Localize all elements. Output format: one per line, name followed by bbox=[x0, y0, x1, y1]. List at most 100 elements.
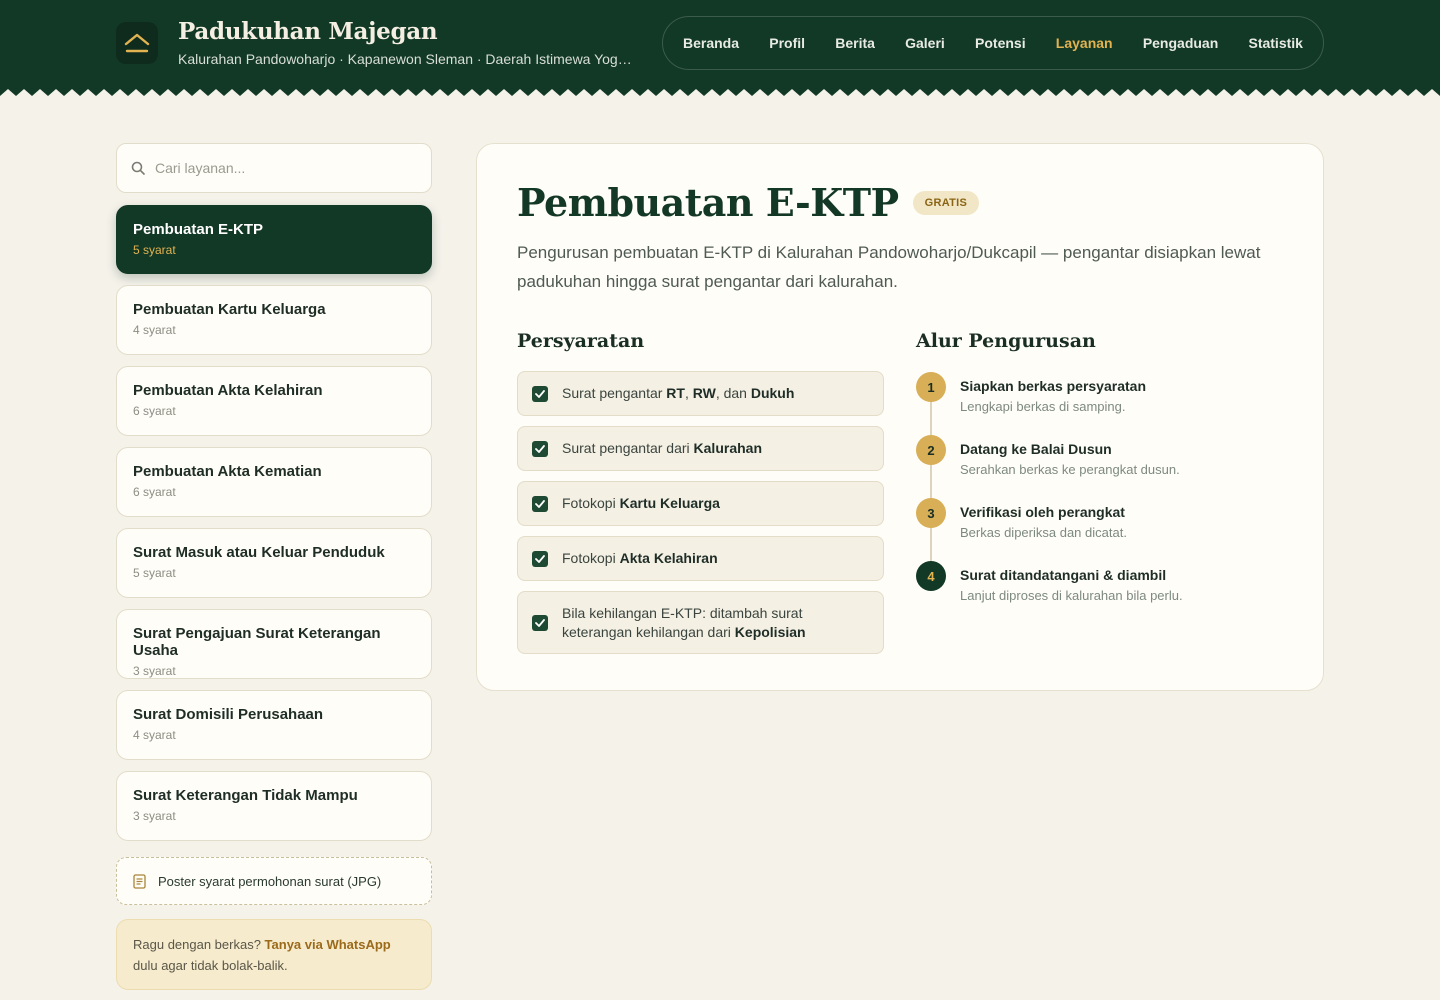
requirement-item: Surat pengantar dari Kalurahan bbox=[517, 426, 884, 471]
requirement-emphasis: Kepolisian bbox=[734, 623, 806, 640]
service-item[interactable]: Surat Domisili Perusahaan 4 syarat bbox=[116, 690, 432, 760]
step-description: Serahkan berkas ke perangkat dusun. bbox=[960, 462, 1180, 477]
requirement-emphasis: RT bbox=[666, 385, 685, 401]
search-input[interactable] bbox=[155, 160, 405, 176]
step-description: Berkas diperiksa dan dicatat. bbox=[960, 525, 1127, 540]
requirement-fragment: Fotokopi bbox=[562, 495, 620, 511]
roof-chevron-icon bbox=[124, 33, 150, 53]
requirement-fragment: Surat pengantar dari bbox=[562, 440, 694, 456]
service-requirement-count: 6 syarat bbox=[133, 485, 176, 499]
requirement-emphasis: Kalurahan bbox=[693, 440, 762, 456]
requirement-text: Bila kehilangan E-KTP: ditambah surat ke… bbox=[562, 604, 869, 642]
service-name: Surat Pengajuan Surat Keterangan Usaha bbox=[133, 625, 381, 659]
checkbox-checked-icon bbox=[532, 614, 548, 631]
requirement-item: Fotokopi Kartu Keluarga bbox=[517, 481, 884, 526]
help-box: Ragu dengan berkas? Tanya via WhatsApp d… bbox=[116, 919, 432, 990]
requirement-text: Surat pengantar RT, RW, dan Dukuh bbox=[562, 384, 794, 403]
requirement-text: Fotokopi Kartu Keluarga bbox=[562, 494, 720, 513]
nav-item-potensi[interactable]: Potensi bbox=[975, 35, 1026, 51]
step-number: 3 bbox=[916, 498, 946, 528]
service-item[interactable]: Surat Masuk atau Keluar Penduduk 5 syarat bbox=[116, 528, 432, 598]
requirement-item: Fotokopi Akta Kelahiran bbox=[517, 536, 884, 581]
service-name: Surat Masuk atau Keluar Penduduk bbox=[133, 544, 385, 561]
step-description: Lengkapi berkas di samping. bbox=[960, 399, 1126, 414]
service-name: Pembuatan Akta Kematian bbox=[133, 463, 322, 480]
requirement-emphasis: Dukuh bbox=[750, 385, 795, 401]
requirement-fragment: Surat pengantar bbox=[562, 385, 667, 401]
service-item[interactable]: Pembuatan Akta Kelahiran 6 syarat bbox=[116, 366, 432, 436]
requirement-item: Bila kehilangan E-KTP: ditambah surat ke… bbox=[517, 591, 884, 654]
requirement-text: Surat pengantar dari Kalurahan bbox=[562, 439, 762, 458]
poster-download-link[interactable]: Poster syarat permohonan surat (JPG) bbox=[116, 857, 432, 905]
service-requirement-count: 6 syarat bbox=[133, 404, 176, 418]
document-icon bbox=[133, 873, 146, 889]
nav-item-galeri[interactable]: Galeri bbox=[905, 35, 945, 51]
whatsapp-link[interactable]: Tanya via WhatsApp bbox=[265, 937, 391, 952]
search-box[interactable] bbox=[116, 143, 432, 193]
header-zigzag-border bbox=[0, 86, 1440, 96]
poster-label: Poster syarat permohonan surat (JPG) bbox=[158, 873, 382, 889]
service-item[interactable]: Pembuatan Akta Kematian 6 syarat bbox=[116, 447, 432, 517]
nav-item-profil[interactable]: Profil bbox=[769, 35, 805, 51]
service-name: Pembuatan Akta Kelahiran bbox=[133, 382, 323, 399]
requirement-emphasis: Akta Kelahiran bbox=[619, 550, 718, 566]
title-row: Pembuatan E-KTP GRATIS bbox=[517, 180, 980, 225]
service-name: Pembuatan E-KTP bbox=[133, 221, 264, 238]
site-title[interactable]: Padukuhan Majegan bbox=[178, 18, 438, 45]
search-icon bbox=[131, 161, 145, 175]
process-steps: 1 Siapkan berkas persyaratan Lengkapi berk… bbox=[916, 371, 1296, 623]
service-requirement-count: 4 syarat bbox=[133, 728, 176, 742]
help-prefix: Ragu dengan berkas? bbox=[133, 937, 265, 952]
service-description: Pengurusan pembuatan E-KTP di Kalurahan … bbox=[517, 243, 1261, 291]
checkbox-checked-icon bbox=[532, 440, 548, 457]
requirements-list: Surat pengantar RT, RW, dan Dukuh Surat p… bbox=[517, 371, 884, 664]
service-detail-card: Pembuatan E-KTP GRATIS Pengurusan pembua… bbox=[476, 143, 1324, 691]
requirement-item: Surat pengantar RT, RW, dan Dukuh bbox=[517, 371, 884, 416]
process-step: 1 Siapkan berkas persyaratan Lengkapi berk… bbox=[916, 371, 1296, 434]
help-suffix: dulu agar tidak bolak-balik. bbox=[133, 958, 288, 973]
requirement-fragment: Fotokopi bbox=[562, 550, 620, 566]
requirements-heading: Persyaratan bbox=[517, 330, 645, 352]
nav-item-beranda[interactable]: Beranda bbox=[683, 35, 739, 51]
site-header: Padukuhan Majegan Kalurahan Pandowoharjo… bbox=[0, 0, 1440, 96]
service-requirement-count: 5 syarat bbox=[133, 566, 176, 580]
process-step: 4 Surat ditandatangani & diambil Lanjut di… bbox=[916, 560, 1296, 623]
home-logo[interactable] bbox=[116, 22, 158, 64]
checkbox-checked-icon bbox=[532, 495, 548, 512]
step-title: Verifikasi oleh perangkat bbox=[960, 504, 1125, 520]
service-item[interactable]: Surat Keterangan Tidak Mampu 3 syarat bbox=[116, 771, 432, 841]
site-subtitle: Kalurahan Pandowoharjo · Kapanewon Slema… bbox=[178, 51, 638, 67]
nav-item-statistik[interactable]: Statistik bbox=[1248, 35, 1302, 51]
main-nav: Beranda Profil Berita Galeri Potensi Layanan P… bbox=[662, 16, 1324, 70]
requirement-fragment: , dan bbox=[715, 385, 751, 401]
nav-item-pengaduan[interactable]: Pengaduan bbox=[1143, 35, 1218, 51]
step-description: Lanjut diproses di kalurahan bila perlu. bbox=[960, 588, 1183, 603]
service-name: Surat Keterangan Tidak Mampu bbox=[133, 787, 358, 804]
service-requirement-count: 3 syarat bbox=[133, 664, 176, 678]
requirement-emphasis: RW bbox=[692, 385, 716, 401]
service-requirement-count: 3 syarat bbox=[133, 809, 176, 823]
service-requirement-count: 4 syarat bbox=[133, 323, 176, 337]
service-item[interactable]: Surat Pengajuan Surat Keterangan Usaha 3 … bbox=[116, 609, 432, 679]
step-title: Surat ditandatangani & diambil bbox=[960, 567, 1167, 583]
page-title: Pembuatan E-KTP bbox=[517, 180, 899, 225]
steps-heading: Alur Pengurusan bbox=[916, 330, 1096, 352]
nav-item-layanan[interactable]: Layanan bbox=[1056, 35, 1113, 51]
step-title: Siapkan berkas persyaratan bbox=[960, 378, 1146, 394]
process-step: 2 Datang ke Balai Dusun Serahkan berkas ke… bbox=[916, 434, 1296, 497]
free-badge: GRATIS bbox=[912, 190, 980, 215]
service-name: Pembuatan Kartu Keluarga bbox=[133, 301, 326, 318]
checkbox-checked-icon bbox=[532, 550, 548, 567]
step-number: 1 bbox=[916, 372, 946, 402]
requirement-fragment: , bbox=[684, 385, 693, 401]
nav-item-berita[interactable]: Berita bbox=[835, 35, 875, 51]
service-name: Surat Domisili Perusahaan bbox=[133, 706, 324, 723]
requirement-emphasis: Kartu Keluarga bbox=[619, 495, 720, 511]
service-list: Pembuatan E-KTP 5 syarat Pembuatan Kartu K… bbox=[116, 205, 432, 852]
checkbox-checked-icon bbox=[532, 385, 548, 402]
service-item[interactable]: Pembuatan E-KTP 5 syarat bbox=[116, 205, 432, 274]
requirement-text: Fotokopi Akta Kelahiran bbox=[562, 549, 718, 568]
process-step: 3 Verifikasi oleh perangkat Berkas diperik… bbox=[916, 497, 1296, 560]
service-item[interactable]: Pembuatan Kartu Keluarga 4 syarat bbox=[116, 285, 432, 355]
step-number: 2 bbox=[916, 435, 946, 465]
